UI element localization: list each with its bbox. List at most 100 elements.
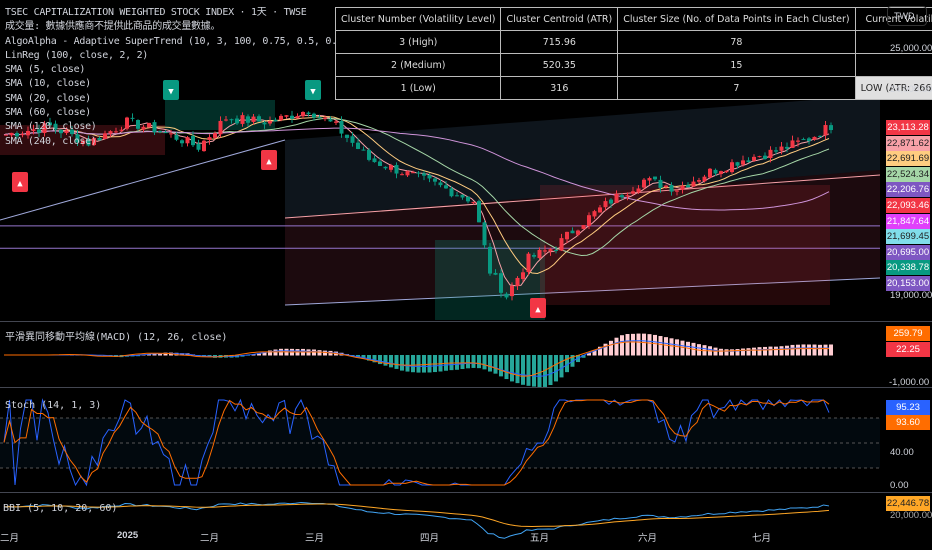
currency-button[interactable]: TWD (887, 6, 927, 26)
macd-histogram-bar (790, 344, 795, 356)
candle-body (466, 196, 470, 202)
price-badge: 20,153.00 (886, 275, 930, 291)
pane-divider[interactable] (0, 321, 932, 322)
candle-body (807, 138, 811, 142)
price-axis-label: 24,000.00 (890, 84, 932, 95)
macd-histogram-bar (763, 346, 767, 356)
macd-histogram-bar (807, 344, 811, 356)
candle-body (460, 194, 465, 198)
candle-body (543, 250, 547, 252)
candle-body (361, 149, 366, 151)
table-header-row: Cluster Number (Volatility Level) Cluste… (334, 7, 932, 31)
macd-histogram-bar (400, 355, 404, 371)
pane-divider[interactable] (0, 387, 932, 388)
candle-body (763, 155, 767, 159)
candle-body (631, 191, 635, 194)
macd-histogram-bar (559, 355, 564, 378)
signal-arrow-icon: ▲ (266, 157, 272, 167)
cell: 7 (617, 76, 856, 100)
cell: 520.35 (500, 53, 619, 77)
stoch-d-badge: 93.60 (886, 415, 930, 430)
cell: 78 (617, 30, 856, 54)
candle-body (669, 184, 674, 192)
macd-histogram-bar (658, 336, 663, 356)
bbi-axis-label: 20,000.00 (890, 510, 932, 521)
candle-body (532, 255, 536, 257)
time-axis-label: 三月 (305, 533, 325, 544)
macd-histogram-bar (818, 344, 822, 356)
candle-body (389, 165, 393, 170)
candle-body (565, 231, 569, 240)
candle-body (499, 273, 503, 293)
candle-body (614, 193, 619, 204)
macd-histogram-bar (510, 355, 514, 382)
macd-histogram-bar (554, 355, 558, 382)
macd-histogram-bar (389, 355, 393, 368)
candle-body (653, 176, 657, 180)
candle-body (636, 188, 641, 193)
macd-histogram-bar (422, 355, 426, 373)
candle-body (741, 160, 745, 165)
candle-body (488, 246, 492, 274)
macd-histogram-bar (823, 344, 828, 356)
candle-body (818, 135, 822, 137)
macd-histogram-bar (680, 340, 685, 356)
bbi-label[interactable]: BBI (5, 10, 20, 60) (3, 503, 117, 514)
candle-body (609, 199, 613, 204)
table-row: 3 (High) 715.96 78 (334, 30, 932, 54)
cell: 316 (500, 76, 619, 100)
macd-histogram-bar (455, 355, 459, 370)
macd-histogram-bar (323, 350, 327, 356)
candle-body (724, 170, 729, 173)
signal-arrow-icon: ▲ (17, 179, 23, 189)
macd-label[interactable]: 平滑異同移動平均線(MACD) (12, 26, close) (5, 328, 227, 343)
candle-body (471, 201, 476, 203)
price-badge: 20,695.00 (886, 244, 930, 260)
candle-body (548, 249, 553, 252)
candle-body (801, 138, 806, 140)
macd-histogram-bar (741, 348, 745, 356)
candle-body (378, 161, 382, 166)
macd-histogram-bar (669, 338, 674, 356)
candle-body (774, 150, 778, 152)
candle-body (752, 156, 756, 161)
macd-histogram-bar (493, 355, 498, 374)
macd-histogram-bar (647, 334, 652, 356)
candle-body (477, 201, 481, 223)
cell: 715.96 (500, 30, 619, 54)
price-badge: 22,093.46 (886, 197, 930, 213)
pane-divider[interactable] (0, 492, 932, 493)
header-cell: Cluster Centroid (ATR) (500, 7, 619, 31)
macd-axis-label: -1,000.00 (889, 377, 930, 388)
candle-body (708, 168, 712, 178)
candle-body (768, 149, 773, 158)
indicator-sma60[interactable]: SMA (60, close) (5, 106, 400, 120)
macd-histogram-bar (471, 355, 476, 368)
candle-body (372, 158, 377, 163)
candle-body (603, 201, 608, 208)
candle-body (570, 230, 575, 234)
candle-body (581, 225, 586, 229)
stoch-label[interactable]: Stoch (14, 1, 3) (5, 400, 101, 411)
candle-body (521, 272, 525, 280)
candle-body (576, 230, 580, 235)
macd-histogram-bar (675, 339, 679, 356)
candle-body (526, 253, 531, 273)
macd-histogram-bar (488, 355, 492, 372)
indicator-sma120[interactable]: SMA (120, close) (5, 120, 400, 134)
macd-histogram-bar (548, 355, 553, 386)
macd-histogram-bar (383, 355, 388, 366)
macd-histogram-bar (631, 333, 635, 356)
price-badges: 23,113.28 22,871.62 22,691.69 22,524.34 22,2… (886, 120, 930, 292)
macd-histogram-bar (609, 340, 613, 356)
supertrend-bear-zone (540, 185, 830, 305)
candle-body (400, 174, 404, 176)
candle-body (444, 185, 448, 189)
candle-body (433, 178, 437, 182)
indicator-sma240[interactable]: SMA (240, close) (5, 135, 400, 149)
price-badge: 20,338.78 (886, 260, 930, 276)
macd-histogram-bar (416, 355, 421, 373)
cell: 3 (High) (334, 30, 502, 54)
macd-histogram-bar (515, 355, 520, 384)
time-axis-label: 2025 (117, 530, 139, 541)
